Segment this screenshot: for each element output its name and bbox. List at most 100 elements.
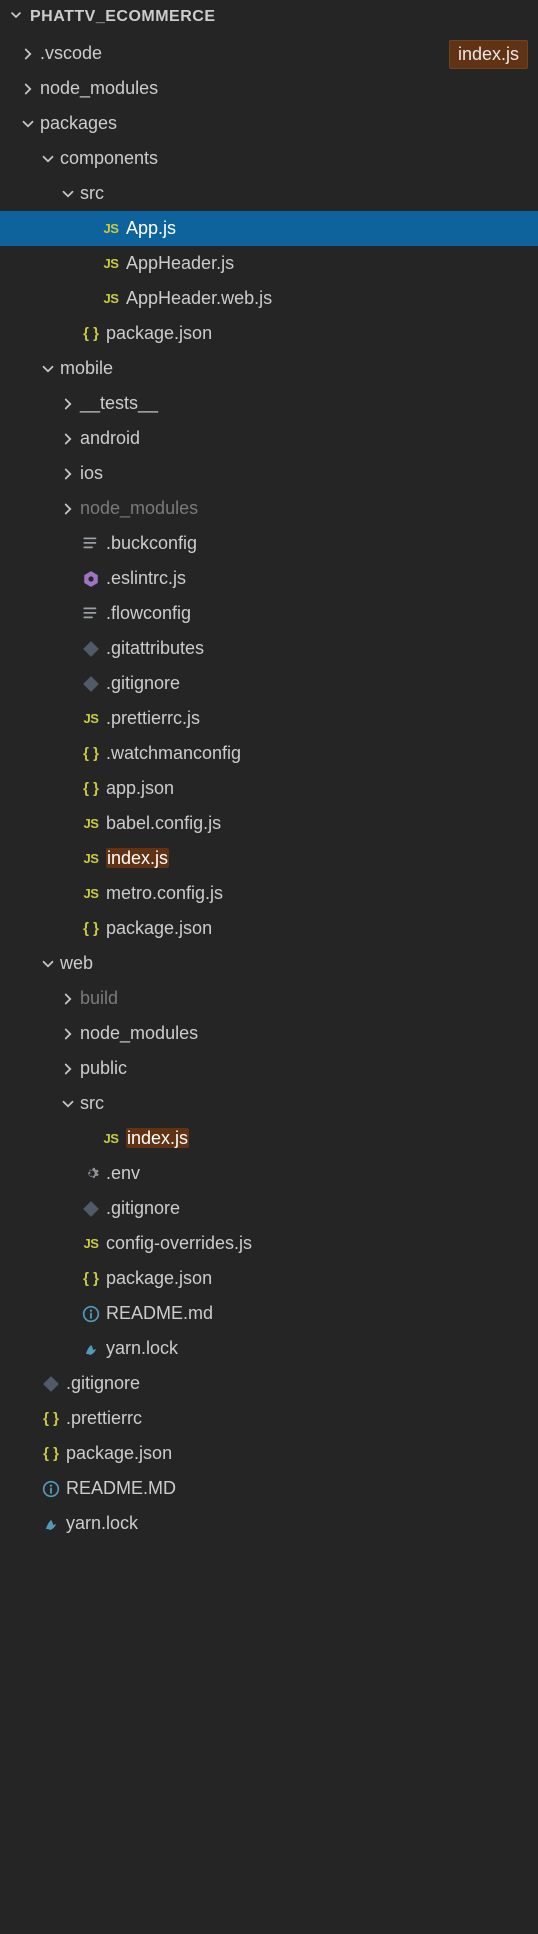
file-tree: .vscode node_modules packages components… <box>0 34 538 1541</box>
folder-label: mobile <box>58 358 113 379</box>
json-file-icon: { } <box>78 780 104 797</box>
js-file-icon: JS <box>78 886 104 901</box>
chevron-right-icon <box>58 500 78 518</box>
folder-label: __tests__ <box>78 393 158 414</box>
chevron-down-icon <box>18 115 38 133</box>
file-prettierrc-js[interactable]: JS .prettierrc.js <box>0 701 538 736</box>
folder-android[interactable]: android <box>0 421 538 456</box>
js-file-icon: JS <box>78 816 104 831</box>
json-file-icon: { } <box>78 1270 104 1287</box>
explorer-header[interactable]: PHATTV_ECOMMERCE <box>0 0 538 34</box>
file-babel-config[interactable]: JS babel.config.js <box>0 806 538 841</box>
folder-packages[interactable]: packages <box>0 106 538 141</box>
folder-src[interactable]: src <box>0 176 538 211</box>
folder-label: android <box>78 428 140 449</box>
file-watchmanconfig[interactable]: { } .watchmanconfig <box>0 736 538 771</box>
file-web-package-json[interactable]: { } package.json <box>0 1261 538 1296</box>
js-file-icon: JS <box>98 256 124 271</box>
file-label: app.json <box>104 778 174 799</box>
folder-build[interactable]: build <box>0 981 538 1016</box>
chevron-down-icon <box>8 7 24 28</box>
info-file-icon <box>78 1305 104 1323</box>
info-file-icon <box>38 1480 64 1498</box>
folder-label: public <box>78 1058 127 1079</box>
file-metro-config[interactable]: JS metro.config.js <box>0 876 538 911</box>
project-title: PHATTV_ECOMMERCE <box>30 8 216 26</box>
gear-file-icon <box>78 1165 104 1182</box>
file-root-package-json[interactable]: { } package.json <box>0 1436 538 1471</box>
file-label: .prettierrc.js <box>104 708 200 729</box>
file-appheader-web-js[interactable]: JS AppHeader.web.js <box>0 281 538 316</box>
file-gitattributes[interactable]: .gitattributes <box>0 631 538 666</box>
file-web-yarn-lock[interactable]: yarn.lock <box>0 1331 538 1366</box>
js-file-icon: JS <box>78 1236 104 1251</box>
file-label: .gitignore <box>104 673 180 694</box>
config-file-icon <box>78 605 104 623</box>
file-eslintrc[interactable]: .eslintrc.js <box>0 561 538 596</box>
file-flowconfig[interactable]: .flowconfig <box>0 596 538 631</box>
file-label: metro.config.js <box>104 883 223 904</box>
file-components-package-json[interactable]: { } package.json <box>0 316 538 351</box>
file-buckconfig[interactable]: .buckconfig <box>0 526 538 561</box>
file-app-js[interactable]: JS App.js <box>0 211 538 246</box>
file-mobile-package-json[interactable]: { } package.json <box>0 911 538 946</box>
folder-tests[interactable]: __tests__ <box>0 386 538 421</box>
file-label: README.MD <box>64 1478 176 1499</box>
folder-label: src <box>78 183 104 204</box>
folder-web[interactable]: web <box>0 946 538 981</box>
search-result-badge: index.js <box>449 40 528 69</box>
config-file-icon <box>78 535 104 553</box>
folder-label: components <box>58 148 158 169</box>
file-root-prettierrc[interactable]: { } .prettierrc <box>0 1401 538 1436</box>
folder-node-modules[interactable]: node_modules <box>0 71 538 106</box>
chevron-right-icon <box>18 80 38 98</box>
file-label: .env <box>104 1163 140 1184</box>
chevron-down-icon <box>38 955 58 973</box>
file-root-gitignore[interactable]: .gitignore <box>0 1366 538 1401</box>
folder-label: .vscode <box>38 43 102 64</box>
folder-web-node-modules[interactable]: node_modules <box>0 1016 538 1051</box>
git-file-icon <box>78 1200 104 1218</box>
file-appheader-js[interactable]: JS AppHeader.js <box>0 246 538 281</box>
json-file-icon: { } <box>78 920 104 937</box>
file-config-overrides[interactable]: JS config-overrides.js <box>0 1226 538 1261</box>
file-root-readme[interactable]: README.MD <box>0 1471 538 1506</box>
git-file-icon <box>38 1375 64 1393</box>
folder-components[interactable]: components <box>0 141 538 176</box>
git-file-icon <box>78 675 104 693</box>
chevron-right-icon <box>58 465 78 483</box>
file-web-index-js[interactable]: JS index.js <box>0 1121 538 1156</box>
file-env[interactable]: .env <box>0 1156 538 1191</box>
folder-mobile-node-modules[interactable]: node_modules <box>0 491 538 526</box>
file-label: package.json <box>64 1443 172 1464</box>
yarn-file-icon <box>38 1516 64 1532</box>
folder-label: node_modules <box>38 78 158 99</box>
file-mobile-index-js[interactable]: JS index.js <box>0 841 538 876</box>
file-label: index.js <box>124 1128 189 1149</box>
file-web-readme[interactable]: README.md <box>0 1296 538 1331</box>
file-mobile-gitignore[interactable]: .gitignore <box>0 666 538 701</box>
folder-web-src[interactable]: src <box>0 1086 538 1121</box>
json-file-icon: { } <box>38 1445 64 1462</box>
folder-ios[interactable]: ios <box>0 456 538 491</box>
file-web-gitignore[interactable]: .gitignore <box>0 1191 538 1226</box>
file-label: yarn.lock <box>104 1338 178 1359</box>
file-app-json[interactable]: { } app.json <box>0 771 538 806</box>
file-root-yarn-lock[interactable]: yarn.lock <box>0 1506 538 1541</box>
folder-label: build <box>78 988 118 1009</box>
file-label: App.js <box>124 218 176 239</box>
js-file-icon: JS <box>98 291 124 306</box>
file-explorer: PHATTV_ECOMMERCE index.js .vscode node_m… <box>0 0 538 1541</box>
file-label: package.json <box>104 323 212 344</box>
folder-label: src <box>78 1093 104 1114</box>
folder-public[interactable]: public <box>0 1051 538 1086</box>
file-label: index.js <box>104 848 169 869</box>
eslint-file-icon <box>78 570 104 588</box>
file-label: .watchmanconfig <box>104 743 241 764</box>
chevron-down-icon <box>38 150 58 168</box>
file-label: yarn.lock <box>64 1513 138 1534</box>
chevron-down-icon <box>38 360 58 378</box>
folder-mobile[interactable]: mobile <box>0 351 538 386</box>
file-label: .gitattributes <box>104 638 204 659</box>
file-label: .gitignore <box>64 1373 140 1394</box>
